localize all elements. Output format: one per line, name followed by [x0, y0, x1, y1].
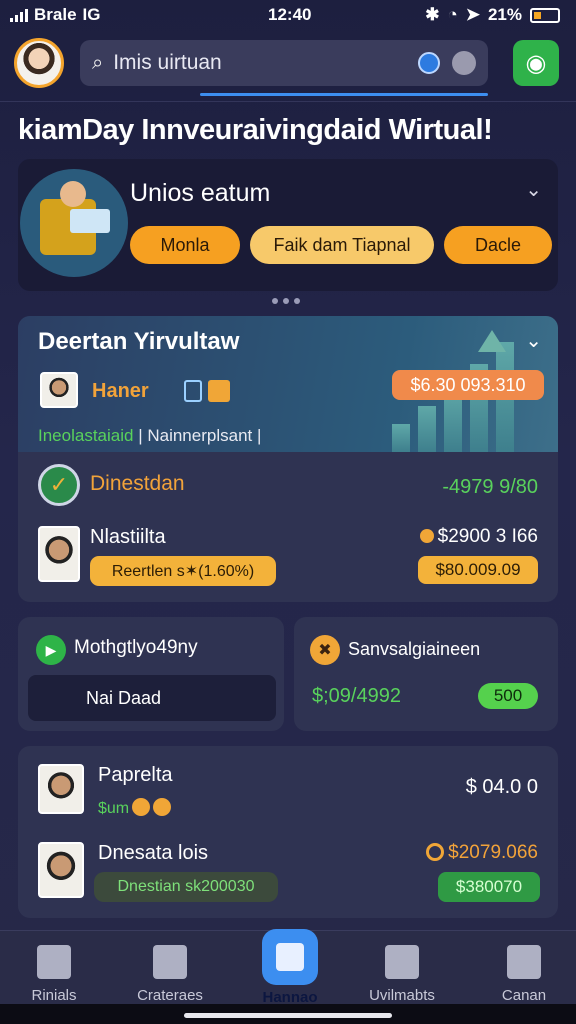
amount-pill[interactable]: 500 — [478, 683, 538, 709]
search-icon: ⌕ — [92, 51, 104, 74]
wifi-icon: ◔ — [447, 5, 458, 24]
profile-avatar[interactable] — [14, 38, 64, 88]
row-value: $2900 3 I66 — [419, 526, 538, 548]
portfolio-title: Deertan Yirvultaw — [38, 328, 240, 355]
bluetooth-icon: ✱ — [425, 5, 440, 24]
tab-main[interactable]: Hannao — [242, 929, 338, 1006]
value-badge[interactable]: $80.009.09 — [418, 556, 538, 584]
close-icon[interactable]: ✖ — [310, 635, 340, 665]
chevron-down-icon[interactable]: ⌄ — [525, 328, 542, 353]
house-icon — [153, 945, 187, 979]
coin-icon — [153, 798, 172, 816]
card-input[interactable]: Nai Daad — [28, 675, 276, 721]
chevron-down-icon[interactable]: ⌄ — [525, 177, 542, 202]
pager-dots[interactable] — [272, 298, 300, 304]
promo-button-3[interactable]: Dacle — [444, 226, 552, 264]
tab-account[interactable]: Canan — [474, 941, 574, 1011]
list-item-value: $2079.066 — [426, 842, 538, 864]
change-badge[interactable]: Reertlen s✶(1.60%) — [90, 556, 276, 586]
home-indicator — [0, 1004, 576, 1024]
card-value: $;09/4992 — [312, 685, 401, 707]
promo-button-1[interactable]: Monla — [130, 226, 240, 264]
avatar — [38, 842, 84, 898]
play-icon[interactable]: ▶ — [36, 635, 66, 665]
network-label: IG — [82, 5, 101, 24]
search-input[interactable]: Imis uirtuan — [113, 51, 418, 75]
promo-button-2[interactable]: Faik dam Tiapnal — [250, 226, 434, 264]
row-label: Dinestdan — [90, 472, 185, 495]
left-card[interactable]: ▶ Mothgtlyo49ny Nai Daad — [18, 617, 284, 731]
row-value: -4979 9/80 — [442, 476, 538, 498]
list-item-name: Dnesata lois — [98, 842, 209, 864]
avatar — [38, 526, 80, 582]
signal-icon — [10, 8, 28, 22]
battery-percent: 21% — [487, 5, 522, 24]
coin-icon — [426, 843, 445, 861]
camera-icon: ◉ — [525, 49, 547, 77]
promo-illustration — [20, 169, 128, 277]
coin-icon — [419, 529, 434, 543]
right-card[interactable]: ✖ Sanvsalgiaineen $;09/4992 500 — [294, 617, 558, 731]
coin-icon — [132, 798, 151, 816]
clock: 12:40 — [268, 5, 312, 24]
portfolio-sub-white: Nainnerplsant — [147, 426, 253, 445]
avatar — [38, 764, 84, 814]
voice-icon[interactable] — [418, 52, 440, 74]
portfolio-subtitle: Ineolastaiaid | Nainnerplsant | — [38, 426, 262, 445]
phone-icon — [184, 380, 202, 402]
card-title: Sanvsalgiaineen — [348, 639, 481, 659]
row-label: Nlastiilta — [90, 526, 166, 548]
search-bar[interactable]: ⌕ Imis uirtuan — [80, 40, 488, 86]
portfolio-card: Deertan Yirvultaw ⌄ Haner $6.30 093.310 … — [18, 316, 558, 602]
location-icon: ➤ — [465, 5, 480, 24]
arrow-up-icon — [478, 330, 506, 352]
header-divider — [0, 101, 576, 102]
avatar — [40, 372, 78, 408]
transactions-list: Paprelta $um $ 04.0 0 Dnesata lois Dnest… — [18, 746, 558, 918]
portfolio-header: Deertan Yirvultaw ⌄ Haner $6.30 093.310 … — [18, 316, 558, 452]
user-icon — [507, 945, 541, 979]
promo-card[interactable]: Unios eatum ⌄ Monla Faik dam Tiapnal Dac… — [18, 159, 558, 291]
status-bar: Brale IG 12:40 ✱ ◔ ➤ 21% — [0, 0, 576, 30]
list-item-badge[interactable]: Dnestian sk200030 — [94, 872, 278, 902]
account-icon[interactable] — [452, 51, 476, 75]
portfolio-sub-green: Ineolastaiaid — [38, 426, 134, 445]
promo-title: Unios eatum — [130, 179, 271, 207]
tag-icon — [208, 380, 230, 402]
portfolio-amount-badge: $6.30 093.310 — [392, 370, 544, 400]
list-item-value: $ 04.0 0 — [465, 776, 538, 798]
device-icon — [385, 945, 419, 979]
portfolio-user-name: Haner — [92, 380, 149, 402]
tab-categories[interactable]: Crateraes — [120, 941, 220, 1011]
home-icon — [37, 945, 71, 979]
tab-utilities[interactable]: Uvilmabts — [352, 941, 452, 1011]
check-icon: ✓ — [38, 464, 80, 506]
card-title: Mothgtlyo49ny — [74, 637, 198, 658]
carrier-label: Brale — [34, 5, 77, 24]
list-item-name: Paprelta — [98, 764, 173, 786]
list-item-pill[interactable]: $380070 — [438, 872, 540, 902]
search-underline — [200, 93, 488, 96]
battery-icon — [530, 7, 560, 23]
list-item-sub: $um — [98, 798, 172, 818]
camera-button[interactable]: ◉ — [513, 40, 559, 86]
tab-home[interactable]: Rinials — [4, 941, 104, 1011]
document-icon — [276, 943, 304, 971]
page-title: kiamDay Innveuraivingdaid Wirtual! — [18, 114, 493, 146]
